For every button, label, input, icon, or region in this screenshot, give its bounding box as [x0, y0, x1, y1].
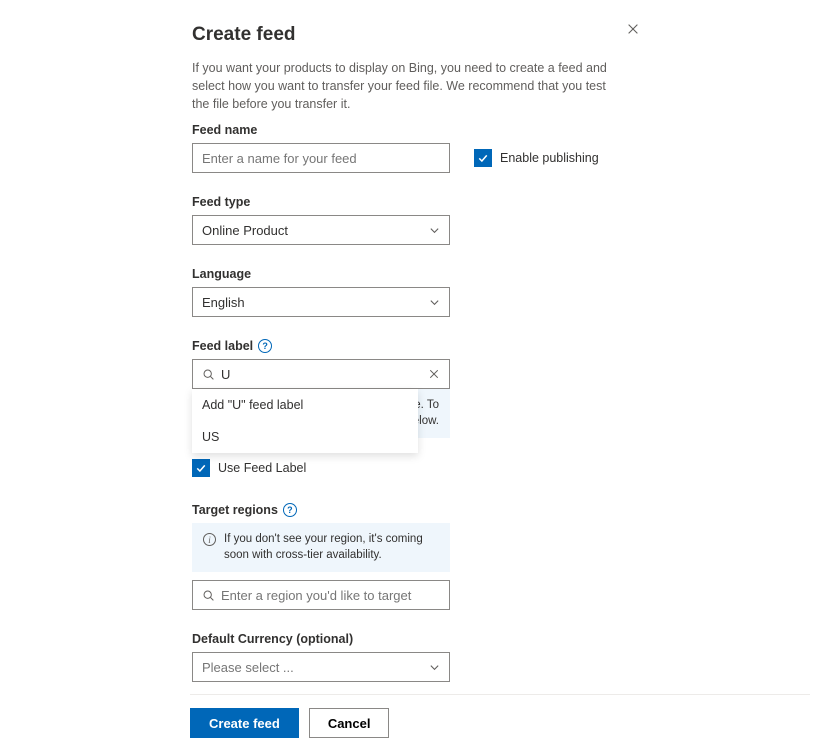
clear-icon[interactable] — [427, 367, 441, 381]
chevron-down-icon — [429, 662, 440, 673]
feed-label-dropdown: Add "U" feed label US — [192, 389, 418, 453]
chevron-down-icon — [429, 297, 440, 308]
feed-type-label: Feed type — [192, 195, 642, 209]
help-icon[interactable]: ? — [258, 339, 272, 353]
cancel-button[interactable]: Cancel — [309, 708, 390, 738]
page-title: Create feed — [192, 24, 642, 46]
target-regions-label: Target regions — [192, 503, 278, 517]
feed-label-input[interactable] — [221, 367, 421, 382]
info-icon: i — [203, 533, 216, 546]
dropdown-item-add[interactable]: Add "U" feed label — [192, 389, 418, 421]
use-feed-label-text: Use Feed Label — [218, 461, 306, 475]
feed-label-input-wrap[interactable] — [192, 359, 450, 389]
language-label: Language — [192, 267, 642, 281]
checkmark-icon — [474, 149, 492, 167]
target-regions-input-wrap[interactable] — [192, 580, 450, 610]
create-feed-button[interactable]: Create feed — [190, 708, 299, 738]
language-value: English — [202, 295, 245, 310]
feed-type-value: Online Product — [202, 223, 288, 238]
enable-publishing-checkbox[interactable]: Enable publishing — [474, 149, 599, 167]
feed-type-select[interactable]: Online Product — [192, 215, 450, 245]
language-select[interactable]: English — [192, 287, 450, 317]
feed-name-label: Feed name — [192, 123, 642, 137]
default-currency-label: Default Currency (optional) — [192, 632, 642, 646]
default-currency-placeholder: Please select ... — [202, 660, 294, 675]
dropdown-item-match[interactable]: US — [192, 421, 418, 453]
target-regions-input[interactable] — [221, 588, 441, 603]
search-icon — [201, 588, 215, 602]
use-feed-label-checkbox[interactable]: Use Feed Label — [192, 459, 642, 477]
description: If you want your products to display on … — [192, 60, 622, 113]
search-icon — [201, 367, 215, 381]
default-currency-select[interactable]: Please select ... — [192, 652, 450, 682]
chevron-down-icon — [429, 225, 440, 236]
feed-label-label: Feed label — [192, 339, 253, 353]
target-regions-info: i If you don't see your region, it's com… — [192, 523, 450, 572]
checkmark-icon — [192, 459, 210, 477]
close-icon[interactable] — [626, 22, 642, 38]
enable-publishing-label: Enable publishing — [500, 151, 599, 165]
feed-name-input[interactable] — [192, 143, 450, 173]
help-icon[interactable]: ? — [283, 503, 297, 517]
